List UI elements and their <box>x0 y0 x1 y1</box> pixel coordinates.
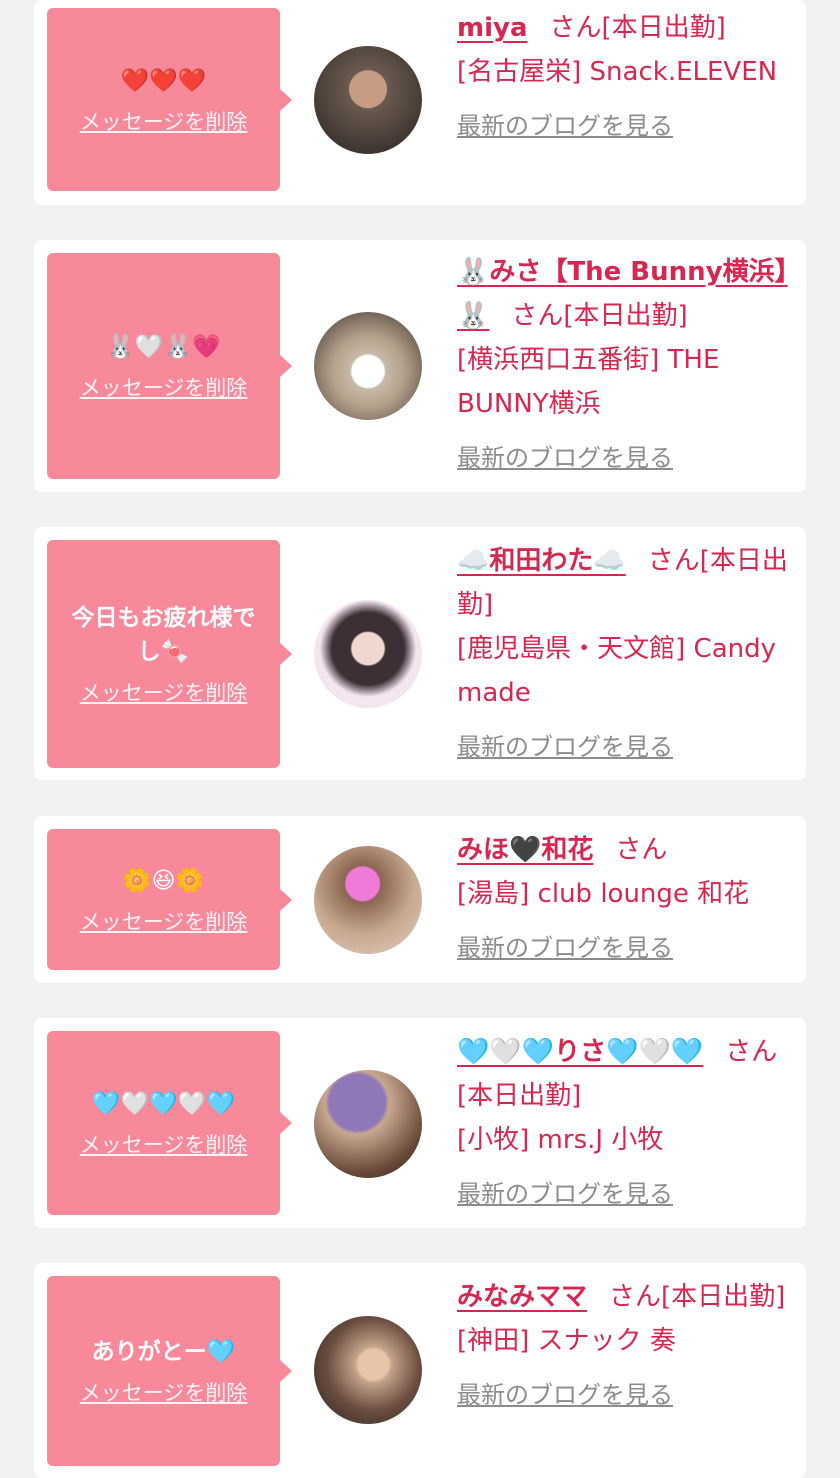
profile-info: 🩵🤍🩵りさ🩵🤍🩵 さん [本日出勤] [小牧] mrs.J 小牧 最新のブログを見る <box>457 1030 792 1216</box>
avatar[interactable] <box>314 1316 422 1424</box>
delete-message-link[interactable]: メッセージを削除 <box>80 372 248 402</box>
message-bubble: ありがとー🩵 メッセージを削除 <box>47 1276 292 1466</box>
status-badge: [本日出勤] <box>601 13 726 43</box>
shop-info: [名古屋栄] Snack.ELEVEN <box>457 57 778 87</box>
status-badge: [本日出勤] <box>457 1081 582 1111</box>
latest-blog-link[interactable]: 最新のブログを見る <box>457 1172 673 1216</box>
delete-message-link[interactable]: メッセージを削除 <box>80 106 248 136</box>
honorific: さん <box>615 835 668 865</box>
avatar[interactable] <box>314 846 422 954</box>
profile-name-link[interactable]: ☁️和田わた☁️ <box>457 546 626 576</box>
honorific: さん <box>549 13 602 43</box>
profile-name-link[interactable]: 🩵🤍🩵りさ🩵🤍🩵 <box>457 1037 703 1067</box>
message-bubble: 🐰🤍🐰💗 メッセージを削除 <box>47 253 292 479</box>
shop-info: [横浜西口五番街] THE BUNNY横浜 <box>457 345 720 419</box>
shop-info: [鹿児島県・天文館] Candy made <box>457 634 777 708</box>
honorific: さん <box>609 1282 662 1312</box>
message-bubble: 今日もお疲れ様でし🍬 メッセージを削除 <box>47 540 292 768</box>
latest-blog-link[interactable]: 最新のブログを見る <box>457 926 673 970</box>
profile-name-link[interactable]: miya <box>457 13 528 43</box>
message-bubble: 🌼😆🌼 メッセージを削除 <box>47 829 292 970</box>
message-card: ありがとー🩵 メッセージを削除 みなみママ さん[本日出勤] [神田] スナック … <box>34 1263 806 1478</box>
message-text: 🐰🤍🐰💗 <box>106 334 221 360</box>
delete-message-link[interactable]: メッセージを削除 <box>80 1129 248 1159</box>
delete-message-link[interactable]: メッセージを削除 <box>80 677 248 707</box>
message-bubble: ❤️❤️❤️ メッセージを削除 <box>47 8 292 191</box>
honorific: さん <box>511 301 564 331</box>
latest-blog-link[interactable]: 最新のブログを見る <box>457 436 673 480</box>
latest-blog-link[interactable]: 最新のブログを見る <box>457 1373 673 1417</box>
delete-message-link[interactable]: メッセージを削除 <box>80 1377 248 1407</box>
profile-info: みほ🖤和花 さん [湯島] club lounge 和花 最新のブログを見る <box>457 828 792 970</box>
message-card: ❤️❤️❤️ メッセージを削除 miya さん[本日出勤] [名古屋栄] Snac… <box>34 0 806 205</box>
profile-name-link[interactable]: みなみママ <box>457 1282 587 1312</box>
profile-info: ☁️和田わた☁️ さん[本日出勤] [鹿児島県・天文館] Candy made 最… <box>457 539 792 769</box>
latest-blog-link[interactable]: 最新のブログを見る <box>457 104 673 148</box>
avatar[interactable] <box>314 312 422 420</box>
honorific: さん <box>647 546 700 576</box>
profile-info: みなみママ さん[本日出勤] [神田] スナック 奏 最新のブログを見る <box>457 1275 792 1417</box>
message-card: 🩵🤍🩵🤍🩵 メッセージを削除 🩵🤍🩵りさ🩵🤍🩵 さん [本日出勤] [小牧] mrs… <box>34 1018 806 1228</box>
latest-blog-link[interactable]: 最新のブログを見る <box>457 725 673 769</box>
message-text: 🩵🤍🩵🤍🩵 <box>91 1091 236 1117</box>
delete-message-link[interactable]: メッセージを削除 <box>80 906 248 936</box>
message-text: 🌼😆🌼 <box>122 867 205 894</box>
message-text: ありがとー🩵 <box>91 1339 236 1365</box>
honorific: さん <box>725 1037 778 1067</box>
shop-info: [湯島] club lounge 和花 <box>457 879 750 909</box>
message-card: 🐰🤍🐰💗 メッセージを削除 🐰みさ【The Bunny横浜】🐰 さん[本日出勤] … <box>34 240 806 492</box>
message-text: ❤️❤️❤️ <box>120 67 207 94</box>
message-text: 今日もお疲れ様でし🍬 <box>71 605 256 665</box>
profile-info: 🐰みさ【The Bunny横浜】🐰 さん[本日出勤] [横浜西口五番街] THE … <box>457 250 792 480</box>
profile-info: miya さん[本日出勤] [名古屋栄] Snack.ELEVEN 最新のブログを… <box>457 6 792 148</box>
avatar[interactable] <box>314 1070 422 1178</box>
message-bubble: 🩵🤍🩵🤍🩵 メッセージを削除 <box>47 1031 292 1215</box>
profile-name-link[interactable]: みほ🖤和花 <box>457 835 593 865</box>
status-badge: [本日出勤] <box>563 301 688 331</box>
message-card: 🌼😆🌼 メッセージを削除 みほ🖤和花 さん [湯島] club lounge 和花… <box>34 816 806 983</box>
message-card: 今日もお疲れ様でし🍬 メッセージを削除 ☁️和田わた☁️ さん[本日出勤] [鹿児… <box>34 527 806 780</box>
status-badge: [本日出勤] <box>661 1282 786 1312</box>
shop-info: [神田] スナック 奏 <box>457 1326 676 1356</box>
avatar[interactable] <box>314 600 422 708</box>
avatar[interactable] <box>314 46 422 154</box>
shop-info: [小牧] mrs.J 小牧 <box>457 1125 664 1155</box>
